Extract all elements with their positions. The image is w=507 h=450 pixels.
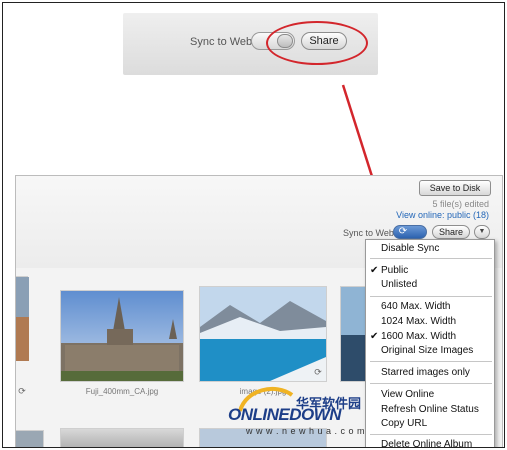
check-icon: ✔: [370, 265, 379, 276]
photo-thumbnail[interactable]: Fuji_400mm_CA.jpg: [60, 290, 184, 396]
menu-item-original-size[interactable]: Original Size Images: [381, 344, 473, 358]
menu-item-640-width[interactable]: 640 Max. Width: [381, 300, 450, 314]
menu-item-delete-album[interactable]: Delete Online Album: [381, 438, 472, 447]
sync-options-menu: Disable Sync ✔ Public Unlisted 640 Max. …: [365, 239, 495, 447]
menu-separator: [370, 361, 492, 362]
photo-thumbnail[interactable]: [16, 430, 44, 447]
sync-to-web-label: Sync to Web: [190, 36, 253, 48]
photo-thumbnail[interactable]: [60, 428, 184, 447]
watermark-brand-text: ONLINEDOWN: [228, 405, 342, 424]
menu-item-starred-only[interactable]: Starred images only: [381, 366, 470, 380]
photo-image: [16, 277, 29, 361]
watermark-url-text: w w w . n e w h u a . c o m: [246, 426, 366, 436]
menu-item-refresh-status[interactable]: Refresh Online Status: [381, 403, 479, 417]
menu-item-view-online[interactable]: View Online: [381, 388, 434, 402]
sync-icon: ⟳: [398, 226, 408, 237]
edited-count: 5 file(s) edited: [432, 199, 489, 209]
photo-image: [200, 287, 326, 381]
menu-separator: [370, 434, 492, 435]
save-to-disk-button[interactable]: Save to Disk: [419, 180, 491, 196]
share-button[interactable]: Share: [432, 225, 470, 239]
photo-image: [61, 291, 183, 381]
chevron-down-icon[interactable]: ▼: [474, 225, 490, 239]
photo-thumbnail[interactable]: ⟳ image (2).jpg: [199, 286, 327, 396]
thumbnail-caption: Fuji_400mm_CA.jpg: [85, 387, 159, 396]
screenshot-frame: Sync to Web Share Save to Disk 5 file(s)…: [2, 2, 505, 448]
photo-thumbnail[interactable]: [16, 276, 29, 361]
menu-item-unlisted[interactable]: Unlisted: [381, 278, 417, 292]
menu-item-1024-width[interactable]: 1024 Max. Width: [381, 315, 456, 329]
sync-toggle[interactable]: ⟳: [393, 225, 427, 239]
menu-item-1600-width[interactable]: 1600 Max. Width: [381, 330, 456, 344]
watermark-logo: 华军软件园 ONLINEDOWN w w w . n e w h u a . c…: [228, 381, 368, 447]
menu-separator: [370, 258, 492, 259]
highlight-ellipse: [266, 21, 368, 65]
view-online-link[interactable]: View online: public (18): [396, 210, 489, 220]
menu-item-public[interactable]: Public: [381, 264, 408, 278]
sync-status-icon: ⟳: [18, 386, 26, 396]
check-icon: ✔: [370, 331, 379, 342]
menu-item-copy-url[interactable]: Copy URL: [381, 417, 427, 431]
menu-separator: [370, 383, 492, 384]
sync-status-icon: ⟳: [314, 367, 322, 377]
menu-item-disable-sync[interactable]: Disable Sync: [381, 242, 439, 256]
menu-separator: [370, 296, 492, 297]
sync-to-web-label: Sync to Web: [343, 228, 394, 238]
